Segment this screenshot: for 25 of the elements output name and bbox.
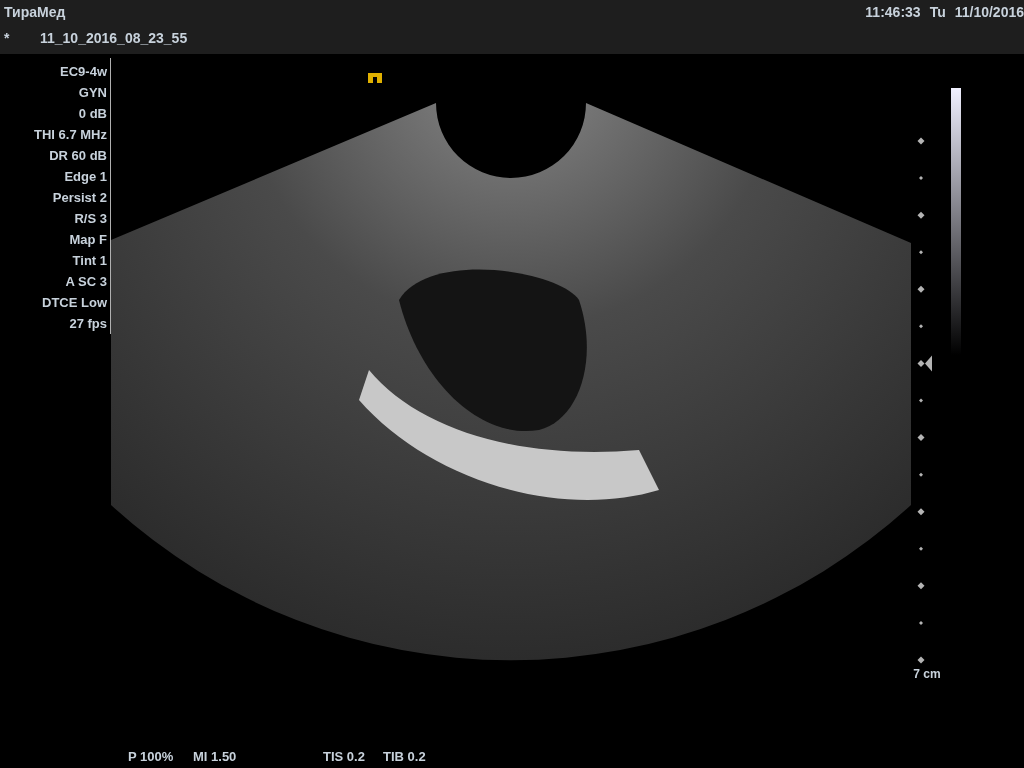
study-name: 11_10_2016_08_23_55 [40, 30, 188, 46]
app-title: ТираМед [4, 4, 66, 22]
parameter-value: Tint 1 [71, 252, 107, 270]
parameter-value: 0 dB [77, 105, 107, 123]
clock-day: Tu [929, 4, 946, 26]
clock-date: 11/10/2016 [954, 4, 1024, 22]
depth-label: 7 cm [913, 667, 941, 681]
acoustic-output-value: TIS 0.2 [323, 748, 366, 764]
parameter-value: EC9-4w [59, 63, 107, 81]
acoustic-output-value: P 100% [128, 748, 175, 764]
parameter-value: 27 fps [68, 315, 107, 333]
parameter-value: R/S 3 [73, 210, 107, 228]
acoustic-output-value: TIB 0.2 [383, 748, 426, 764]
parameter-value: THI 6.7 MHz [33, 126, 107, 144]
clock-time: 11:46:33 [865, 4, 921, 22]
parameter-value: DTCE Low [41, 294, 107, 312]
study-marker: * [4, 30, 11, 46]
parameter-value: Persist 2 [51, 189, 107, 207]
parameter-value: DR 60 dB [48, 147, 107, 165]
acoustic-output-value: MI 1.50 [193, 748, 238, 764]
parameter-value: GYN [77, 84, 107, 102]
parameter-value: Map F [68, 231, 107, 249]
parameter-value: A SC 3 [64, 273, 107, 291]
parameter-value: Edge 1 [63, 168, 107, 186]
orientation-marker-icon [367, 72, 383, 84]
